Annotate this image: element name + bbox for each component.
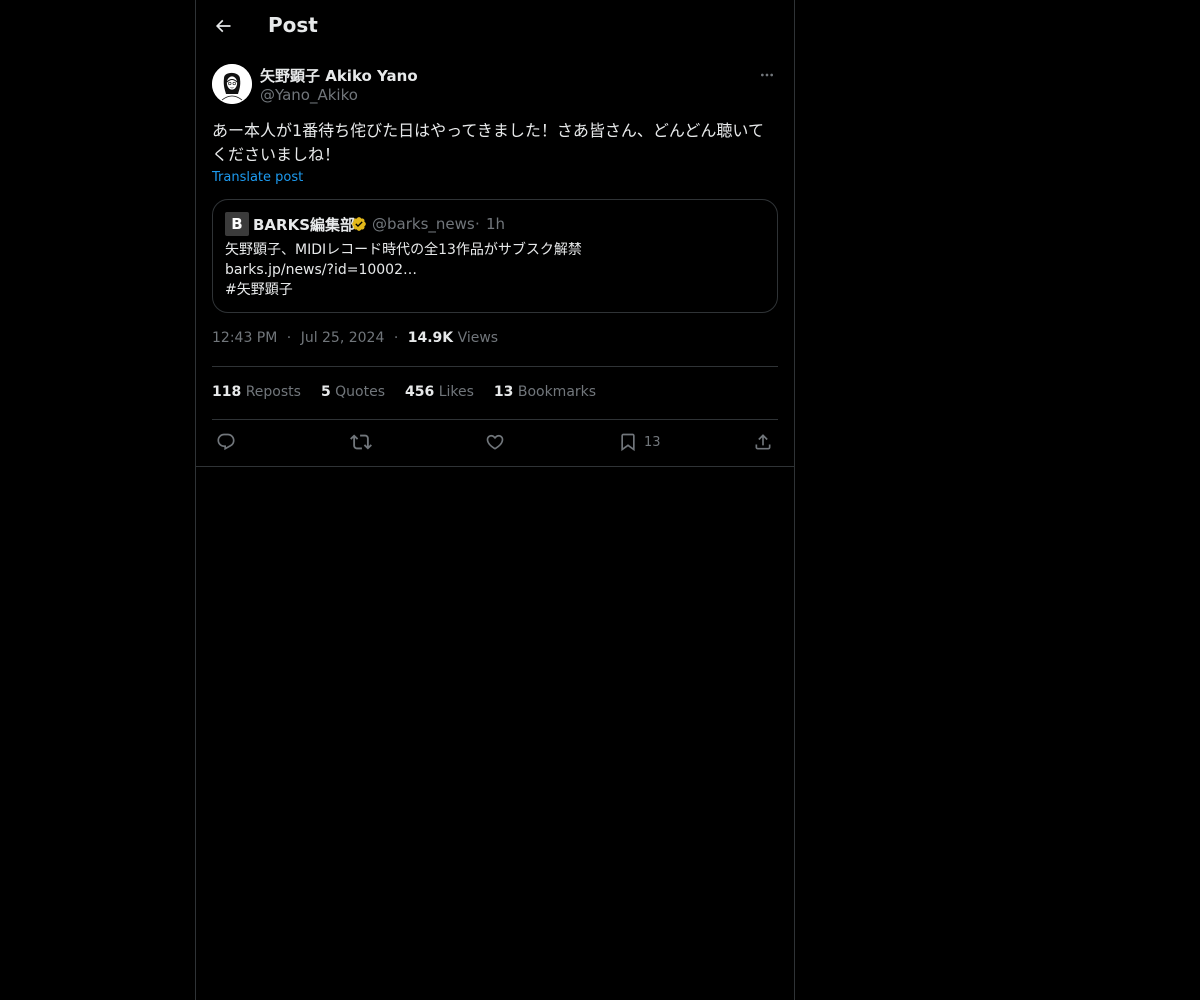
back-button[interactable] bbox=[208, 11, 238, 41]
quoted-hashtag[interactable]: #矢野顕子 bbox=[225, 280, 293, 300]
likes-count: 456 bbox=[405, 384, 435, 400]
quoted-avatar: B bbox=[225, 212, 249, 236]
more-options-button[interactable] bbox=[756, 64, 778, 86]
translate-post-link[interactable]: Translate post bbox=[212, 170, 303, 185]
post-meta: 12:43 PM · Jul 25, 2024 · 14.9K Views bbox=[212, 330, 498, 346]
quoted-author-name: BARKS編集部 bbox=[253, 216, 356, 234]
post-text: あー本人が1番待ち侘びた日はやってきました！さあ皆さん、どんどん聴いてくださいま… bbox=[212, 121, 764, 164]
bookmarks-count: 13 bbox=[493, 384, 514, 400]
reposts-stat[interactable]: 118 Reposts bbox=[212, 384, 301, 400]
reposts-label: Reposts bbox=[245, 384, 301, 400]
heart-icon bbox=[485, 432, 505, 452]
bookmark-count: 13 bbox=[644, 434, 661, 450]
post-time[interactable]: 12:43 PM bbox=[212, 330, 277, 346]
quotes-count: 5 bbox=[320, 384, 331, 400]
page-title: Post bbox=[268, 13, 318, 37]
views-count: 14.9K bbox=[407, 330, 454, 346]
quoted-text-line: 矢野顕子、MIDIレコード時代の全13作品がサブスク解禁 bbox=[225, 242, 582, 258]
separator-dot: · bbox=[475, 215, 480, 233]
divider bbox=[212, 419, 778, 420]
bookmark-button[interactable]: 13 bbox=[618, 430, 661, 454]
post-date[interactable]: Jul 25, 2024 bbox=[301, 330, 385, 346]
repost-button[interactable] bbox=[350, 430, 372, 454]
quoted-author-handle: @barks_news bbox=[372, 215, 475, 233]
like-button[interactable] bbox=[485, 430, 505, 454]
quoted-timestamp: 1h bbox=[486, 215, 506, 233]
bookmarks-stat[interactable]: 13 Bookmarks bbox=[494, 384, 596, 400]
author-handle[interactable]: @Yano_Akiko bbox=[260, 86, 358, 104]
quoted-link[interactable]: barks.jp/news/?id=10002… bbox=[225, 260, 417, 280]
post-header: Post bbox=[196, 0, 794, 53]
repost-icon bbox=[350, 431, 372, 453]
reply-icon bbox=[216, 432, 236, 452]
views-label: Views bbox=[457, 330, 499, 346]
author-name[interactable]: 矢野顕子 Akiko Yano bbox=[260, 65, 418, 86]
engagement-stats: 118 Reposts 5 Quotes 456 Likes 13 Bookma… bbox=[212, 384, 596, 400]
more-icon bbox=[759, 67, 775, 83]
quotes-stat[interactable]: 5 Quotes bbox=[321, 384, 385, 400]
quoted-post[interactable]: B BARKS編集部 @barks_news · 1h 矢野顕子、MIDIレコー… bbox=[212, 199, 778, 313]
reply-button[interactable] bbox=[216, 430, 236, 454]
arrow-left-icon bbox=[213, 16, 233, 36]
share-button[interactable] bbox=[753, 430, 773, 454]
separator-dot: · bbox=[286, 330, 292, 346]
likes-stat[interactable]: 456 Likes bbox=[405, 384, 474, 400]
divider bbox=[196, 466, 794, 467]
primary-column: Post 矢野顕子 Akiko Yano @Yano_Akiko あー本人が1番… bbox=[195, 0, 795, 1000]
verified-badge-icon bbox=[351, 216, 367, 232]
share-icon bbox=[753, 432, 773, 452]
divider bbox=[212, 366, 778, 367]
action-bar: 13 bbox=[212, 430, 778, 456]
bookmarks-label: Bookmarks bbox=[517, 384, 597, 400]
reposts-count: 118 bbox=[212, 384, 242, 400]
likes-label: Likes bbox=[438, 384, 474, 400]
separator-dot: · bbox=[393, 330, 399, 346]
avatar[interactable] bbox=[212, 64, 252, 104]
bookmark-icon bbox=[618, 432, 638, 452]
quotes-label: Quotes bbox=[335, 384, 385, 400]
